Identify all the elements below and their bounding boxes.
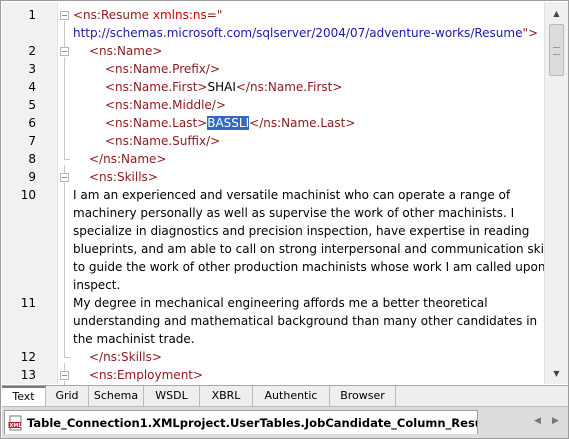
skills-text-line: My degree in mechanical engineering affo… <box>73 296 488 310</box>
code-line: http://schemas.microsoft.com/sqlserver/2… <box>73 24 538 42</box>
code-line: <ns:Name.First>SHAI</ns:Name.First> <box>105 78 342 96</box>
arrow-right-icon[interactable]: ▶ <box>552 416 559 426</box>
code-token: <ns:Name.Suffix/> <box>105 134 221 148</box>
line-number: 5 <box>28 98 36 112</box>
document-tab-bar: XML Table_Connection1.XMLproject.UserTab… <box>2 406 568 438</box>
fold-end-mark <box>64 357 70 358</box>
code-line: <ns:Resume xmlns:ns=" <box>73 6 222 24</box>
xml-editor-window: 1 2 3 4 5 6 7 8 9 10 11 12 13 <ns:Resume xmlns:ns=" h… <box>0 0 569 439</box>
code-token: xmlns:ns <box>152 8 207 22</box>
skills-text-line: machinery personally as well as supervis… <box>73 206 515 220</box>
skills-text-line: to guide the work of other production ma… <box>73 260 544 274</box>
line-number: 13 <box>20 368 36 382</box>
code-line: <ns:Name> <box>89 42 162 60</box>
line-number-gutter: 1 2 3 4 5 6 7 8 9 10 11 12 13 <box>2 2 58 384</box>
line-number: 10 <box>20 188 36 202</box>
arrow-left-icon[interactable]: ◀ <box>534 416 541 426</box>
line-number: 1 <box>28 8 36 22</box>
line-number: 6 <box>28 116 36 130</box>
code-token: =" <box>206 8 223 22</box>
view-tab-schema[interactable]: Schema <box>89 386 144 406</box>
code-token: http://schemas.microsoft.com/sqlserver/2… <box>73 26 523 40</box>
fold-toggle-icon[interactable] <box>60 173 69 182</box>
selected-text: BASSLI <box>207 116 250 130</box>
fold-end-mark <box>64 159 70 160</box>
code-token: <ns:Name> <box>89 44 163 58</box>
code-editor[interactable]: <ns:Resume xmlns:ns=" http://schemas.micr… <box>58 2 544 384</box>
line-number: 8 <box>28 152 36 166</box>
view-tab-xbrl[interactable]: XBRL <box>200 386 253 406</box>
code-token: "> <box>522 26 539 40</box>
xml-document-icon: XML <box>8 415 24 431</box>
line-number: 9 <box>28 170 36 184</box>
skills-text-line: I am an experienced and versatile machin… <box>73 188 511 202</box>
view-tab-authentic[interactable]: Authentic <box>253 386 330 406</box>
view-tab-wsdl[interactable]: WSDL <box>144 386 200 406</box>
code-line: <ns:Name.Prefix/> <box>105 60 220 78</box>
code-line: </ns:Skills> <box>89 350 162 364</box>
code-token: SHAI <box>207 80 236 94</box>
svg-text:XML: XML <box>10 423 23 429</box>
skills-text-line: understanding and mathematical backgroun… <box>73 314 538 328</box>
scroll-down-button[interactable]: ▼ <box>547 364 566 382</box>
code-token: <ns:Skills> <box>89 170 158 184</box>
code-line: <ns:Skills> <box>89 168 158 186</box>
document-tab-title: Table_Connection1.XMLproject.UserTables.… <box>27 415 477 430</box>
code-line: <ns:Employment> <box>89 368 204 382</box>
fold-guide <box>64 57 65 159</box>
code-token: <ns:Resume <box>73 8 153 22</box>
code-line: </ns:Name> <box>89 150 166 168</box>
line-number: 4 <box>28 80 36 94</box>
skills-text-line: the machinist trade. <box>73 332 195 346</box>
line-number: 11 <box>20 296 36 310</box>
line-number: 12 <box>20 350 36 364</box>
scrollbar-thumb[interactable] <box>549 24 564 76</box>
line-number: 3 <box>28 62 36 76</box>
code-token: <ns:Name.Prefix/> <box>105 62 221 76</box>
vertical-scrollbar[interactable]: ▲ ▼ <box>544 2 568 384</box>
code-token: <ns:Name.Last> <box>105 116 208 130</box>
fold-toggle-icon[interactable] <box>60 47 69 56</box>
view-tab-grid[interactable]: Grid <box>46 386 89 406</box>
document-tab[interactable]: XML Table_Connection1.XMLproject.UserTab… <box>4 410 478 434</box>
view-tab-browser[interactable]: Browser <box>330 386 396 406</box>
code-token: </ns:Name.Last> <box>249 116 356 130</box>
skills-text-line: blueprints, and am able to call on stron… <box>73 242 544 256</box>
view-tab-text[interactable]: Text <box>2 386 46 406</box>
code-token: </ns:Name.First> <box>235 80 343 94</box>
code-token: <ns:Name.First> <box>105 80 208 94</box>
line-number: 7 <box>28 134 36 148</box>
code-line: <ns:Name.Middle/> <box>105 96 226 114</box>
skills-text-line: specialize in diagnostics and precision … <box>73 224 530 238</box>
view-tab-bar: Text Grid Schema WSDL XBRL Authentic Browser <box>2 385 568 406</box>
scroll-up-button[interactable]: ▲ <box>547 4 566 22</box>
fold-toggle-icon[interactable] <box>60 371 69 380</box>
code-token: <ns:Name.Middle/> <box>105 98 226 112</box>
arrow-down-icon: ▼ <box>553 368 560 378</box>
fold-guide <box>64 183 65 357</box>
skills-text-line: inspect. <box>73 278 121 292</box>
code-line: <ns:Name.Last>BASSLI</ns:Name.Last> <box>105 114 355 132</box>
line-number: 2 <box>28 44 36 58</box>
code-line: <ns:Name.Suffix/> <box>105 132 220 150</box>
arrow-up-icon: ▲ <box>553 8 560 18</box>
fold-toggle-icon[interactable] <box>60 11 69 20</box>
code-token: </ns:Name> <box>89 152 167 166</box>
